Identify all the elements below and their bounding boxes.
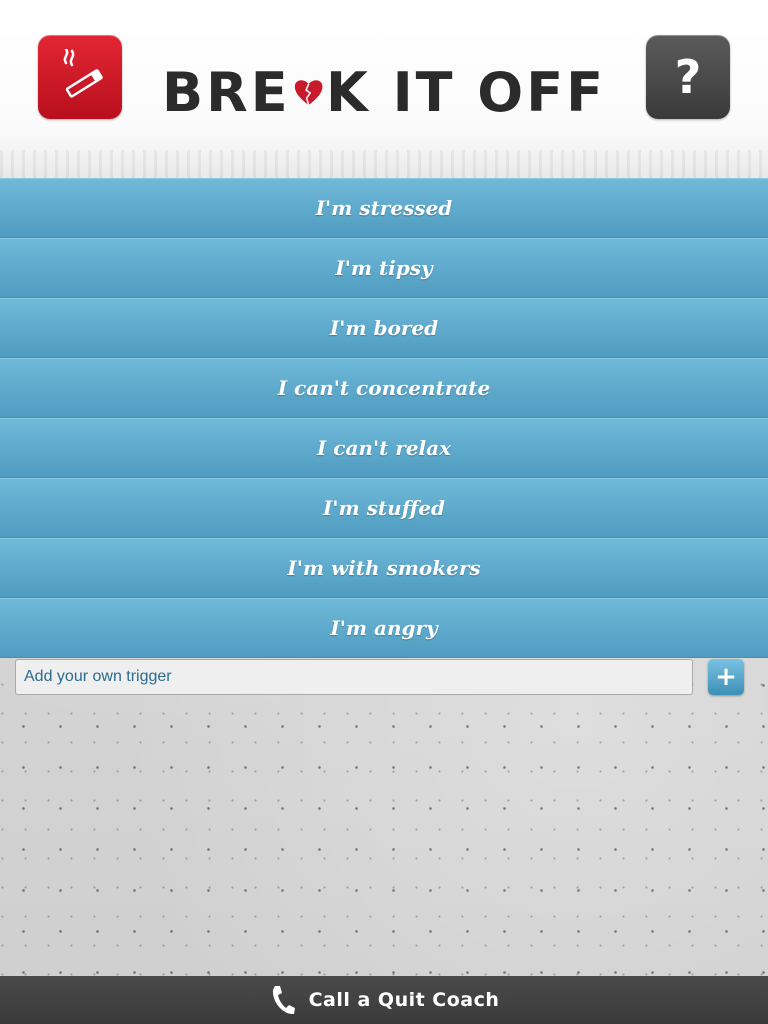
trigger-item-with-smokers[interactable]: I'm with smokers <box>0 538 768 598</box>
trigger-item-stressed[interactable]: I'm stressed <box>0 178 768 238</box>
trigger-item-angry[interactable]: I'm angry <box>0 598 768 658</box>
header: BRE K IT OFF ? <box>0 28 768 180</box>
trigger-label: I'm bored <box>329 316 439 340</box>
trigger-label: I'm stuffed <box>323 496 445 520</box>
call-quit-coach-button[interactable]: Call a Quit Coach <box>0 976 768 1024</box>
status-bar-area <box>0 0 768 28</box>
trigger-item-stuffed[interactable]: I'm stuffed <box>0 478 768 538</box>
add-trigger-input[interactable] <box>15 659 693 695</box>
trigger-item-tipsy[interactable]: I'm tipsy <box>0 238 768 298</box>
logo-text-left: BRE <box>162 60 291 124</box>
trigger-label: I'm tipsy <box>335 256 433 280</box>
smoke-button[interactable] <box>38 35 122 119</box>
trigger-label: I can't relax <box>316 436 452 460</box>
add-trigger-row: + <box>15 659 745 695</box>
trigger-label: I can't concentrate <box>277 376 491 400</box>
phone-icon <box>272 986 295 1015</box>
trigger-label: I'm with smokers <box>287 556 481 580</box>
logo-text-right: K IT OFF <box>325 60 606 124</box>
cigarette-icon <box>63 49 103 98</box>
plus-icon: + <box>715 662 737 692</box>
help-button[interactable]: ? <box>646 35 730 119</box>
app-root: BRE K IT OFF ? I'm stressed I'm tipsy I'… <box>0 0 768 1024</box>
trigger-item-bored[interactable]: I'm bored <box>0 298 768 358</box>
trigger-item-cant-relax[interactable]: I can't relax <box>0 418 768 478</box>
app-logo: BRE K IT OFF <box>162 58 606 126</box>
trigger-list: I'm stressed I'm tipsy I'm bored I can't… <box>0 178 768 658</box>
trigger-label: I'm stressed <box>315 196 453 220</box>
trigger-label: I'm angry <box>330 616 438 640</box>
help-icon: ? <box>674 50 702 104</box>
call-quit-coach-label: Call a Quit Coach <box>308 989 500 1011</box>
add-trigger-button[interactable]: + <box>708 659 744 695</box>
trigger-item-cant-concentrate[interactable]: I can't concentrate <box>0 358 768 418</box>
broken-heart-icon <box>294 80 323 106</box>
